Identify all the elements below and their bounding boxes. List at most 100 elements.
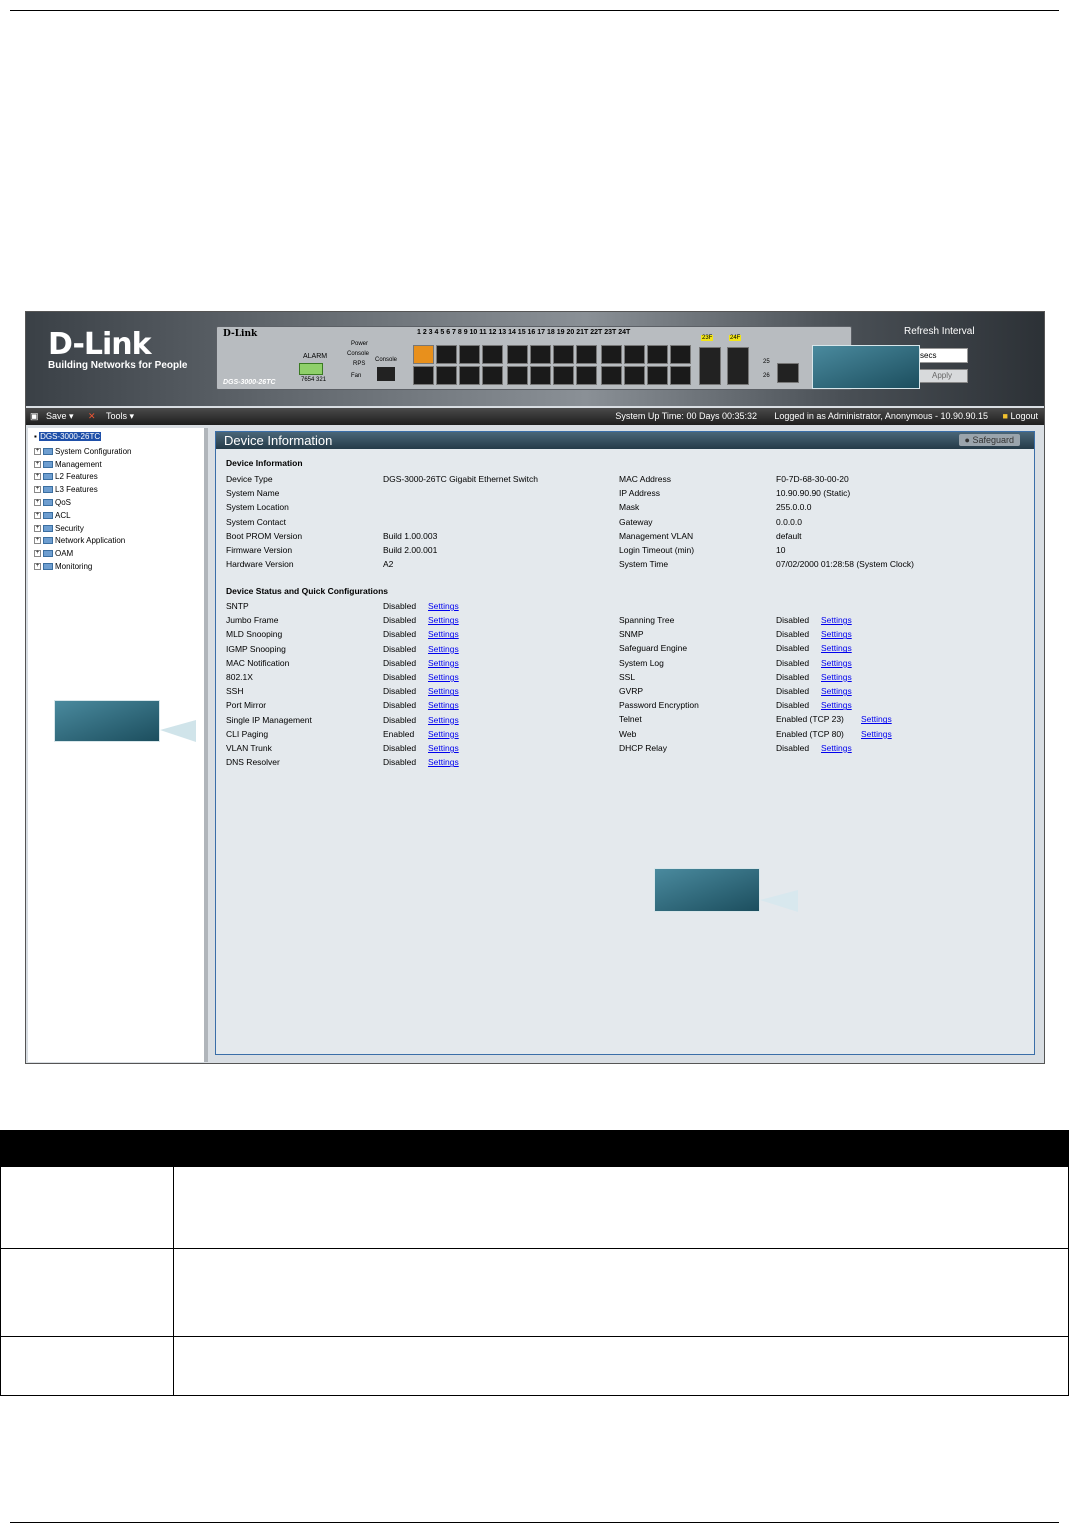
tree-item-security[interactable]: + Security (34, 522, 131, 535)
switch-front-panel[interactable]: D-Link DGS-3000-26TC ALARM 7654 321 Powe… (216, 326, 852, 390)
expand-icon[interactable]: + (34, 563, 41, 571)
port-group-1[interactable] (413, 345, 503, 385)
settings-link[interactable]: Settings (428, 670, 459, 684)
settings-link[interactable]: Settings (428, 698, 459, 712)
port-icon[interactable] (553, 345, 574, 364)
port-icon[interactable] (576, 366, 597, 385)
settings-link[interactable]: Settings (428, 642, 459, 656)
port-icon[interactable] (530, 345, 551, 364)
settings-link[interactable]: Settings (861, 727, 892, 741)
expand-icon[interactable]: + (34, 447, 41, 455)
port-icon[interactable] (507, 366, 528, 385)
tree-item-monitoring[interactable]: + Monitoring (34, 560, 131, 573)
settings-link[interactable]: Settings (861, 712, 892, 726)
settings-link[interactable]: Settings (428, 613, 459, 627)
expand-icon[interactable]: + (34, 473, 41, 481)
content-area: Device Information ● Safeguard Device In… (215, 431, 1035, 1055)
refresh-interval-select[interactable]: secs (916, 348, 968, 363)
field-value: Disabled (383, 743, 417, 753)
port-icon[interactable] (647, 366, 668, 385)
led-fan: Fan (351, 373, 362, 379)
combo-port-icon[interactable] (777, 363, 799, 383)
expand-icon[interactable]: + (34, 486, 41, 494)
expand-icon[interactable]: + (34, 537, 41, 545)
port-icon[interactable] (482, 366, 503, 385)
tree-item-qos[interactable]: + QoS (34, 496, 131, 509)
table-cell (173, 1336, 1069, 1396)
settings-link[interactable]: Settings (428, 599, 459, 613)
port-icon[interactable] (530, 366, 551, 385)
settings-link[interactable]: Settings (821, 613, 852, 627)
settings-link[interactable]: Settings (821, 684, 852, 698)
sfp-port-icon[interactable] (727, 347, 749, 385)
tools-icon[interactable]: ✕ (88, 410, 96, 423)
port-icon[interactable] (507, 345, 528, 364)
tree-item-label: ACL (55, 510, 71, 520)
folder-icon (43, 550, 53, 558)
port-icon[interactable] (482, 345, 503, 364)
port-icon[interactable] (624, 345, 645, 364)
port-icon[interactable] (413, 366, 434, 385)
settings-link[interactable]: Settings (428, 727, 459, 741)
tree-item-oam[interactable]: + OAM (34, 547, 131, 560)
settings-link[interactable]: Settings (821, 670, 852, 684)
save-icon[interactable]: ▣ (30, 410, 39, 423)
field-label: CLI Paging (226, 728, 269, 739)
tree-root[interactable]: ▪ DGS-3000-26TC (34, 432, 102, 441)
expand-icon[interactable]: + (34, 460, 41, 468)
field-label: 802.1X (226, 672, 253, 682)
port-icon[interactable] (601, 366, 622, 385)
port-icon[interactable] (436, 366, 457, 385)
port-icon[interactable] (436, 345, 457, 364)
port-icon[interactable] (670, 345, 691, 364)
settings-link[interactable]: Settings (428, 627, 459, 641)
expand-icon[interactable]: + (34, 511, 41, 519)
expand-icon[interactable]: + (34, 524, 41, 532)
tree-item-network-application[interactable]: + Network Application (34, 535, 131, 548)
tree-item-l2-features[interactable]: + L2 Features (34, 471, 131, 484)
port-icon[interactable] (459, 345, 480, 364)
folder-icon (43, 537, 53, 545)
settings-link[interactable]: Settings (821, 641, 852, 655)
settings-link[interactable]: Settings (821, 741, 852, 755)
field-value: Enabled (TCP 80) (776, 728, 844, 739)
port-icon[interactable] (553, 366, 574, 385)
folder-icon (43, 511, 53, 519)
settings-link[interactable]: Settings (428, 741, 459, 755)
console-label: Console (375, 357, 398, 363)
settings-link[interactable]: Settings (428, 684, 459, 698)
port-group-3[interactable] (601, 345, 691, 385)
sfp-port-icon[interactable] (699, 347, 721, 385)
field-label: VLAN Trunk (226, 743, 272, 753)
settings-link[interactable]: Settings (428, 755, 459, 769)
tools-menu[interactable]: Tools ▾ (106, 410, 134, 423)
sfp-label-23f: 23F (701, 335, 714, 341)
port-icon[interactable] (670, 366, 691, 385)
port-icon[interactable] (601, 345, 622, 364)
settings-link[interactable]: Settings (821, 627, 852, 641)
field-value: Disabled (776, 671, 810, 682)
port-icon[interactable] (413, 345, 434, 364)
tree-item-acl[interactable]: + ACL (34, 509, 131, 522)
tree-item-management[interactable]: + Management (34, 458, 131, 471)
tree-item-system-configuration[interactable]: + System Configuration (34, 445, 131, 458)
logout-button[interactable]: ■ Logout (1003, 410, 1038, 423)
apply-button[interactable]: Apply (916, 369, 968, 383)
tree-item-l3-features[interactable]: + L3 Features (34, 483, 131, 496)
expand-icon[interactable]: + (34, 499, 41, 507)
settings-link[interactable]: Settings (428, 656, 459, 670)
field-value: 10.90.90.90 (Static) (776, 488, 851, 499)
field-value: Disabled (383, 672, 417, 682)
port-icon[interactable] (647, 345, 668, 364)
port-icon[interactable] (576, 345, 597, 364)
port-icon[interactable] (624, 366, 645, 385)
settings-link[interactable]: Settings (428, 713, 459, 727)
tree-item-label: L2 Features (55, 472, 98, 482)
settings-link[interactable]: Settings (821, 656, 852, 670)
port-icon[interactable] (459, 366, 480, 385)
save-menu[interactable]: Save ▾ (46, 410, 74, 423)
port-group-2[interactable] (507, 345, 597, 385)
settings-link[interactable]: Settings (821, 698, 852, 712)
expand-icon[interactable]: + (34, 550, 41, 558)
field-label: Mask (619, 502, 640, 513)
